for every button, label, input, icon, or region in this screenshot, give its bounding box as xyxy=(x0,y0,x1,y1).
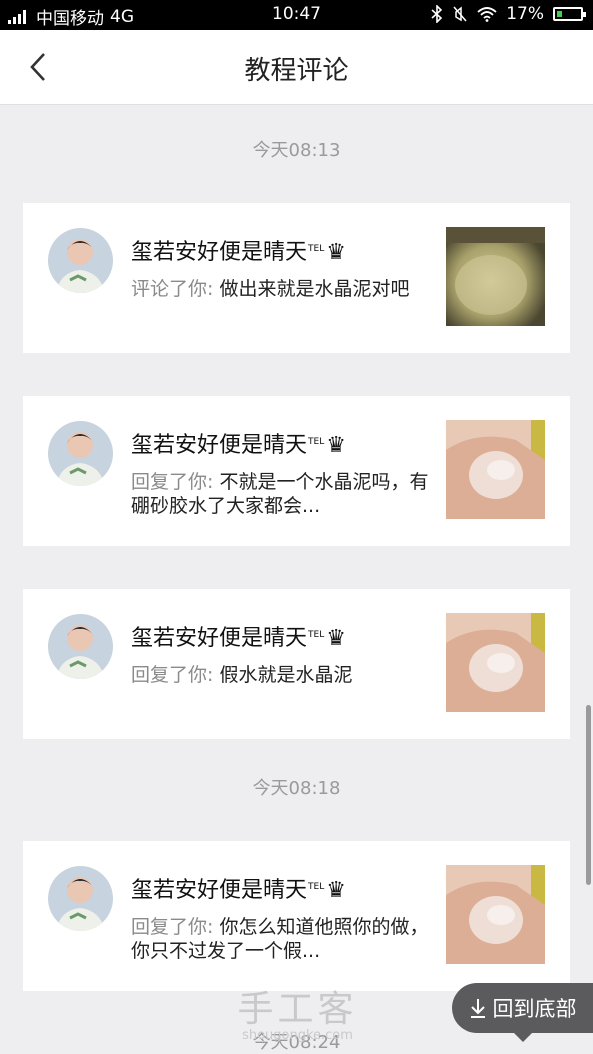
watermark-url: shougongke.com xyxy=(242,1028,353,1043)
crown-icon: ♛ xyxy=(326,626,346,651)
watermark-logo: 手工客 xyxy=(237,989,358,1030)
timestamp-label: 今天08:13 xyxy=(252,140,341,161)
battery-percent: 17% xyxy=(506,4,544,24)
avatar[interactable] xyxy=(48,228,113,293)
comment-prefix: 回复了你: xyxy=(131,664,214,686)
comment-text: 回复了你: 不就是一个水晶泥吗，有硼砂胶水了大家都会... xyxy=(131,470,431,518)
tel-badge: TEL xyxy=(308,881,325,892)
user-name-text: 玺若安好便是晴天 xyxy=(131,626,308,651)
project-thumbnail[interactable] xyxy=(446,613,545,712)
user-name-text: 玺若安好便是晴天 xyxy=(131,878,308,903)
scrollbar[interactable] xyxy=(586,705,591,885)
page-title: 教程评论 xyxy=(244,56,349,86)
comment-body: 做出来就是水晶泥对吧 xyxy=(219,278,410,300)
comment-text: 回复了你: 假水就是水晶泥 xyxy=(131,663,431,687)
user-name[interactable]: 玺若安好便是晴天TEL♛ xyxy=(131,620,346,652)
battery-icon xyxy=(553,7,586,21)
comment-text: 回复了你: 你怎么知道他照你的做，你只不过发了一个假... xyxy=(131,915,431,963)
tel-badge: TEL xyxy=(308,243,325,254)
project-thumbnail[interactable] xyxy=(446,420,545,519)
scroll-to-bottom-label: 回到底部 xyxy=(492,997,577,1021)
comment-prefix: 回复了你: xyxy=(131,471,214,493)
user-name-text: 玺若安好便是晴天 xyxy=(131,240,308,265)
comment-text: 评论了你: 做出来就是水晶泥对吧 xyxy=(131,277,431,301)
avatar[interactable] xyxy=(48,614,113,679)
comment-card[interactable]: 玺若安好便是晴天TEL♛ 评论了你: 做出来就是水晶泥对吧 xyxy=(23,203,570,353)
status-right: 17% xyxy=(431,4,586,24)
user-name[interactable]: 玺若安好便是晴天TEL♛ xyxy=(131,234,346,266)
avatar[interactable] xyxy=(48,866,113,931)
comment-card[interactable]: 玺若安好便是晴天TEL♛ 回复了你: 不就是一个水晶泥吗，有硼砂胶水了大家都会.… xyxy=(23,396,570,546)
comment-prefix: 回复了你: xyxy=(131,916,214,938)
scroll-to-bottom-button[interactable]: 回到底部 xyxy=(452,983,593,1042)
mute-icon xyxy=(453,6,467,22)
timestamp-label: 今天08:18 xyxy=(252,778,341,799)
crown-icon: ♛ xyxy=(326,433,346,458)
watermark: 手工客 shougongke.com xyxy=(230,980,365,1043)
comment-body: 假水就是水晶泥 xyxy=(219,664,353,686)
crown-icon: ♛ xyxy=(326,240,346,265)
bluetooth-icon xyxy=(431,5,443,23)
arrow-down-icon xyxy=(470,999,485,1018)
user-name[interactable]: 玺若安好便是晴天TEL♛ xyxy=(131,872,346,904)
comment-prefix: 评论了你: xyxy=(131,278,214,300)
comment-card[interactable]: 玺若安好便是晴天TEL♛ 回复了你: 假水就是水晶泥 xyxy=(23,589,570,739)
project-thumbnail[interactable] xyxy=(446,227,545,326)
user-name-text: 玺若安好便是晴天 xyxy=(131,433,308,458)
wifi-icon xyxy=(477,7,497,22)
project-thumbnail[interactable] xyxy=(446,865,545,964)
tel-badge: TEL xyxy=(308,436,325,447)
status-bar: 中国移动 4G 10:47 17% xyxy=(0,0,593,30)
tel-badge: TEL xyxy=(308,629,325,640)
crown-icon: ♛ xyxy=(326,878,346,903)
user-name[interactable]: 玺若安好便是晴天TEL♛ xyxy=(131,427,346,459)
navigation-bar: 教程评论 xyxy=(0,30,593,105)
comment-card[interactable]: 玺若安好便是晴天TEL♛ 回复了你: 你怎么知道他照你的做，你只不过发了一个假.… xyxy=(23,841,570,991)
avatar[interactable] xyxy=(48,421,113,486)
